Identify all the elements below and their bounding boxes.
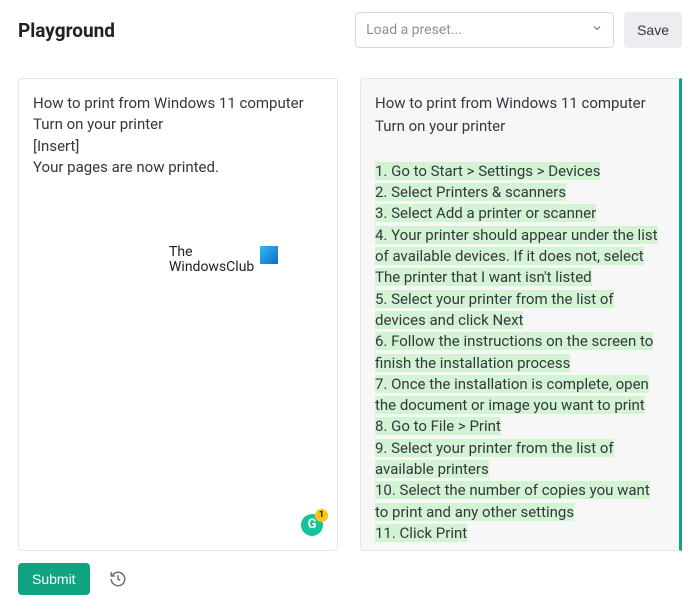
history-button[interactable] [104,565,132,593]
output-step: 6. Follow the instructions on the screen… [375,332,653,371]
output-step-row: 11. Click Print [375,523,665,544]
windows-logo-icon [260,246,278,264]
output-intro-line: Turn on your printer [375,116,665,137]
panels: How to print from Windows 11 computerTur… [0,78,700,551]
output-steps: 1. Go to Start > Settings > Devices 2. Se… [375,161,665,544]
output-step-row: 4. Your printer should appear under the … [375,225,665,289]
preset-placeholder: Load a preset... [366,22,462,38]
output-step: 10. Select the number of copies you want… [375,481,650,520]
watermark-text: The WindowsClub [169,245,254,276]
output-step: 4. Your printer should appear under the … [375,226,658,287]
output-step-row: 1. Go to Start > Settings > Devices [375,161,665,182]
input-line: Your pages are now printed. [33,157,323,178]
submit-button[interactable]: Submit [18,563,90,595]
output-step: 1. Go to Start > Settings > Devices [375,162,600,180]
output-step-row: 3. Select Add a printer or scanner [375,203,665,224]
save-button[interactable]: Save [624,12,682,48]
grammarly-icon[interactable]: G [301,514,323,536]
topbar: Playground Load a preset... Save [0,0,700,56]
footer: Submit [0,551,700,595]
output-step: 5. Select your printer from the list of … [375,290,614,329]
top-controls: Load a preset... Save [355,12,682,48]
input-panel[interactable]: How to print from Windows 11 computerTur… [18,78,338,551]
input-line: [Insert] [33,136,323,157]
preset-select[interactable]: Load a preset... [355,12,614,48]
watermark: The WindowsClub [169,245,279,276]
history-icon [109,570,127,588]
output-intro: How to print from Windows 11 computerTur… [375,93,665,138]
output-step: 3. Select Add a printer or scanner [375,204,596,222]
input-line: How to print from Windows 11 computer [33,93,323,114]
output-step: 7. Once the installation is complete, op… [375,375,649,414]
output-step: 11. Click Print [375,524,467,542]
output-step: 2. Select Printers & scanners [375,183,566,201]
blank-line [375,140,665,161]
output-panel[interactable]: How to print from Windows 11 computerTur… [360,78,682,551]
input-line: Turn on your printer [33,114,323,135]
output-step-row: 9. Select your printer from the list of … [375,438,665,481]
output-step-row: 7. Once the installation is complete, op… [375,374,665,417]
chevron-down-icon [591,22,603,38]
output-step: 8. Go to File > Print [375,417,501,435]
output-step-row: 10. Select the number of copies you want… [375,480,665,523]
output-intro-line: How to print from Windows 11 computer [375,93,665,114]
page-title: Playground [18,19,115,42]
output-step-row: 5. Select your printer from the list of … [375,289,665,332]
input-text: How to print from Windows 11 computerTur… [33,93,323,178]
output-step: 9. Select your printer from the list of … [375,439,614,478]
output-step-row: 8. Go to File > Print [375,416,665,437]
output-step-row: 2. Select Printers & scanners [375,182,665,203]
output-step-row: 6. Follow the instructions on the screen… [375,331,665,374]
